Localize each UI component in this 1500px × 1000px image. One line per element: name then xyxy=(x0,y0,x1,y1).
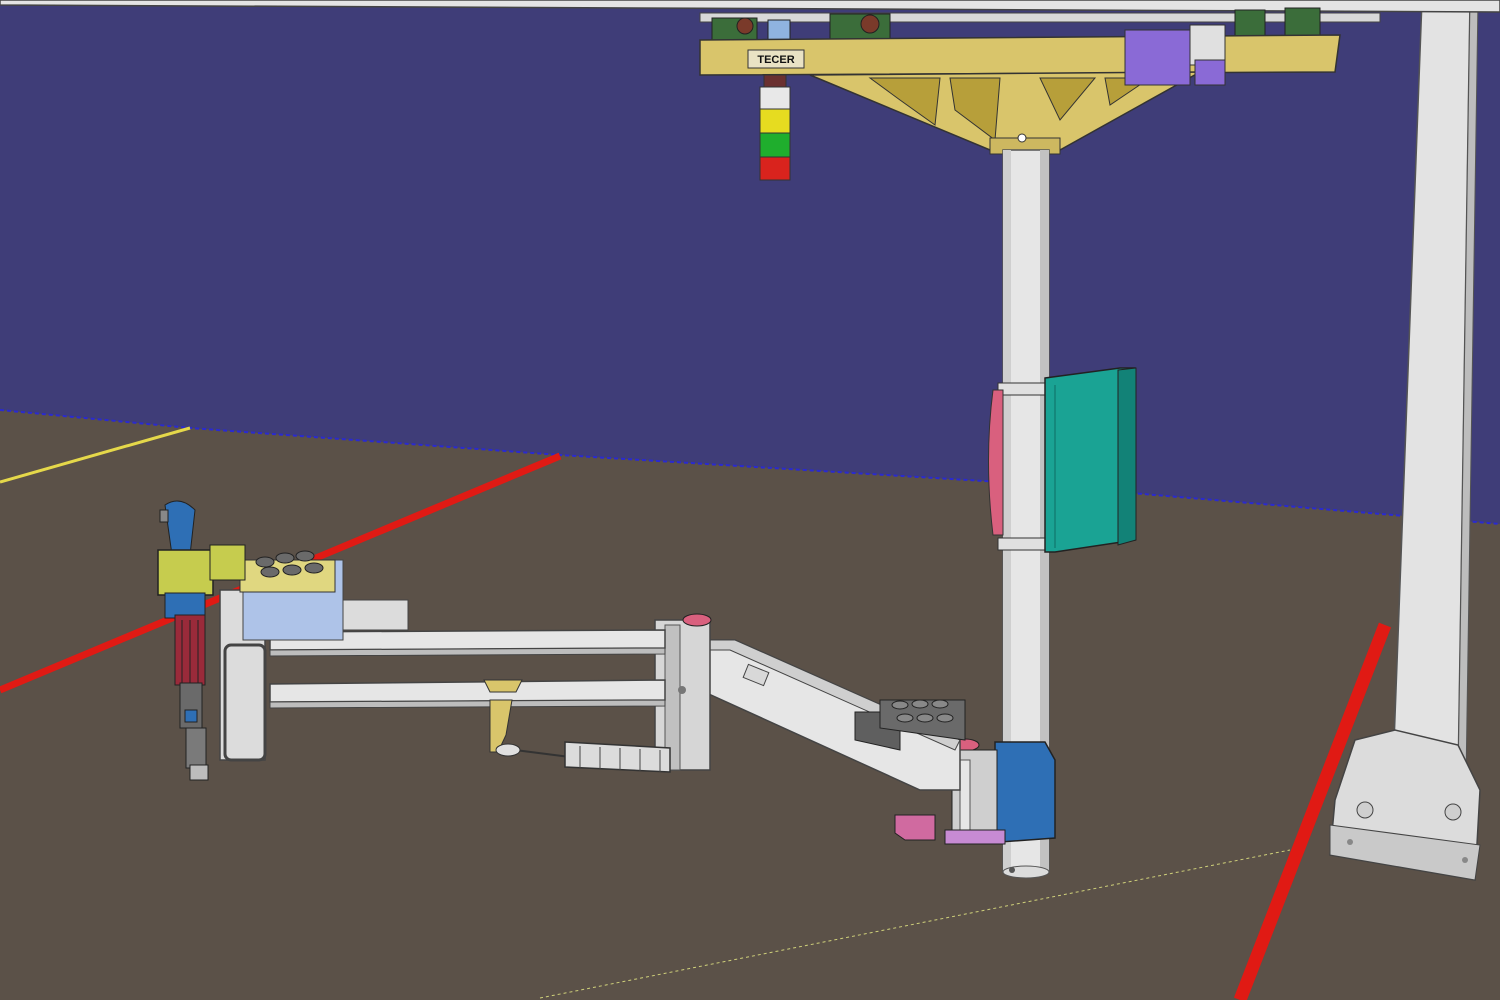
cad-3d-scene[interactable]: TECER xyxy=(0,0,1500,1000)
gas-spring xyxy=(564,741,671,773)
purple-block xyxy=(1124,29,1191,86)
pink-clamp xyxy=(894,814,936,841)
brand-label: TECER xyxy=(757,54,794,66)
signal-tower-light xyxy=(759,74,791,181)
brand-plate: TECER xyxy=(747,49,805,69)
cad-viewport[interactable]: TECER xyxy=(0,0,1500,1000)
